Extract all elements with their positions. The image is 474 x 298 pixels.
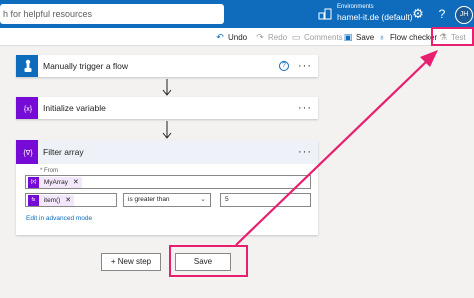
stethoscope-icon: ♁ xyxy=(378,32,386,42)
environments-label: Environments xyxy=(337,4,374,10)
myarray-token[interactable]: {x} MyArray ✕ xyxy=(28,177,82,188)
filter-array-header[interactable]: {∇} Filter array ··· xyxy=(16,140,318,164)
comment-icon: ▭ xyxy=(291,32,301,42)
save-icon: ▣ xyxy=(343,32,353,42)
environment-icon[interactable] xyxy=(318,8,332,20)
step-title: Initialize variable xyxy=(43,103,106,113)
save-command-button[interactable]: ▣ Save xyxy=(343,28,375,46)
flow-checker-button[interactable]: ♁ Flow checker xyxy=(377,28,438,46)
filter-array-icon: {∇} xyxy=(18,140,38,164)
operator-dropdown[interactable]: is greater than ⌄ xyxy=(123,193,211,207)
search-input[interactable]: h for helpful resources xyxy=(0,4,224,24)
filter-array-card: {∇} Filter array ··· * From {x} MyArray … xyxy=(16,140,318,235)
comments-label: Comments xyxy=(304,33,343,42)
variable-icon: {x} xyxy=(18,97,38,119)
save-command-label: Save xyxy=(356,33,375,42)
from-label: * From xyxy=(40,168,58,174)
undo-icon: ↶ xyxy=(216,32,224,42)
comments-button[interactable]: ▭ Comments xyxy=(291,28,343,46)
test-highlight-box xyxy=(431,27,474,46)
initialize-variable-card[interactable]: {x} Initialize variable ··· xyxy=(16,97,318,119)
condition-value-field[interactable]: 5 xyxy=(220,193,311,207)
help-circle-icon[interactable]: ? xyxy=(279,61,289,71)
variable-glyph: {x} xyxy=(24,106,33,113)
environment-name[interactable]: hamel-it.de (default) xyxy=(337,12,413,22)
token-label: item() xyxy=(43,197,61,204)
step-title: Manually trigger a flow xyxy=(43,61,129,71)
top-bar: h for helpful resources Environments ham… xyxy=(0,0,474,28)
item-token[interactable]: fx item() ✕ xyxy=(28,195,75,206)
new-step-button[interactable]: + New step xyxy=(101,253,161,271)
step-title: Filter array xyxy=(43,147,84,157)
redo-button[interactable]: ↷ Redo xyxy=(255,28,287,46)
remove-token-icon[interactable]: ✕ xyxy=(65,197,71,204)
help-icon[interactable]: ? xyxy=(434,6,450,22)
from-field[interactable]: {x} MyArray ✕ xyxy=(25,175,311,189)
condition-left-field[interactable]: fx item() ✕ xyxy=(25,193,117,207)
avatar[interactable]: JH xyxy=(455,6,473,24)
function-icon: fx xyxy=(28,195,39,206)
redo-label: Redo xyxy=(268,33,288,42)
operator-value: is greater than xyxy=(128,196,170,203)
condition-value: 5 xyxy=(225,196,229,203)
hand-touch-icon xyxy=(18,55,38,77)
undo-label: Undo xyxy=(228,33,248,42)
remove-token-icon[interactable]: ✕ xyxy=(73,179,79,186)
undo-button[interactable]: ↶ Undo xyxy=(215,28,247,46)
connector-arrow xyxy=(162,79,172,96)
filter-glyph: {∇} xyxy=(23,149,33,157)
token-label: MyArray xyxy=(43,179,69,186)
redo-icon: ↷ xyxy=(256,32,264,42)
command-bar: ↶ Undo ↷ Redo ▭ Comments ▣ Save ♁ Flow checke… xyxy=(0,28,474,46)
more-options-icon[interactable]: ··· xyxy=(298,97,312,119)
connector-arrow xyxy=(162,121,172,139)
edit-advanced-mode-link[interactable]: Edit in advanced mode xyxy=(26,215,92,222)
chevron-down-icon: ⌄ xyxy=(200,196,206,203)
more-options-icon[interactable]: ··· xyxy=(298,140,312,164)
trigger-step-card[interactable]: Manually trigger a flow ? ··· xyxy=(16,55,318,77)
gear-icon[interactable]: ⚙ xyxy=(410,6,426,22)
variable-icon: {x} xyxy=(28,177,39,188)
more-options-icon[interactable]: ··· xyxy=(298,55,312,77)
save-highlight-box xyxy=(169,245,248,277)
